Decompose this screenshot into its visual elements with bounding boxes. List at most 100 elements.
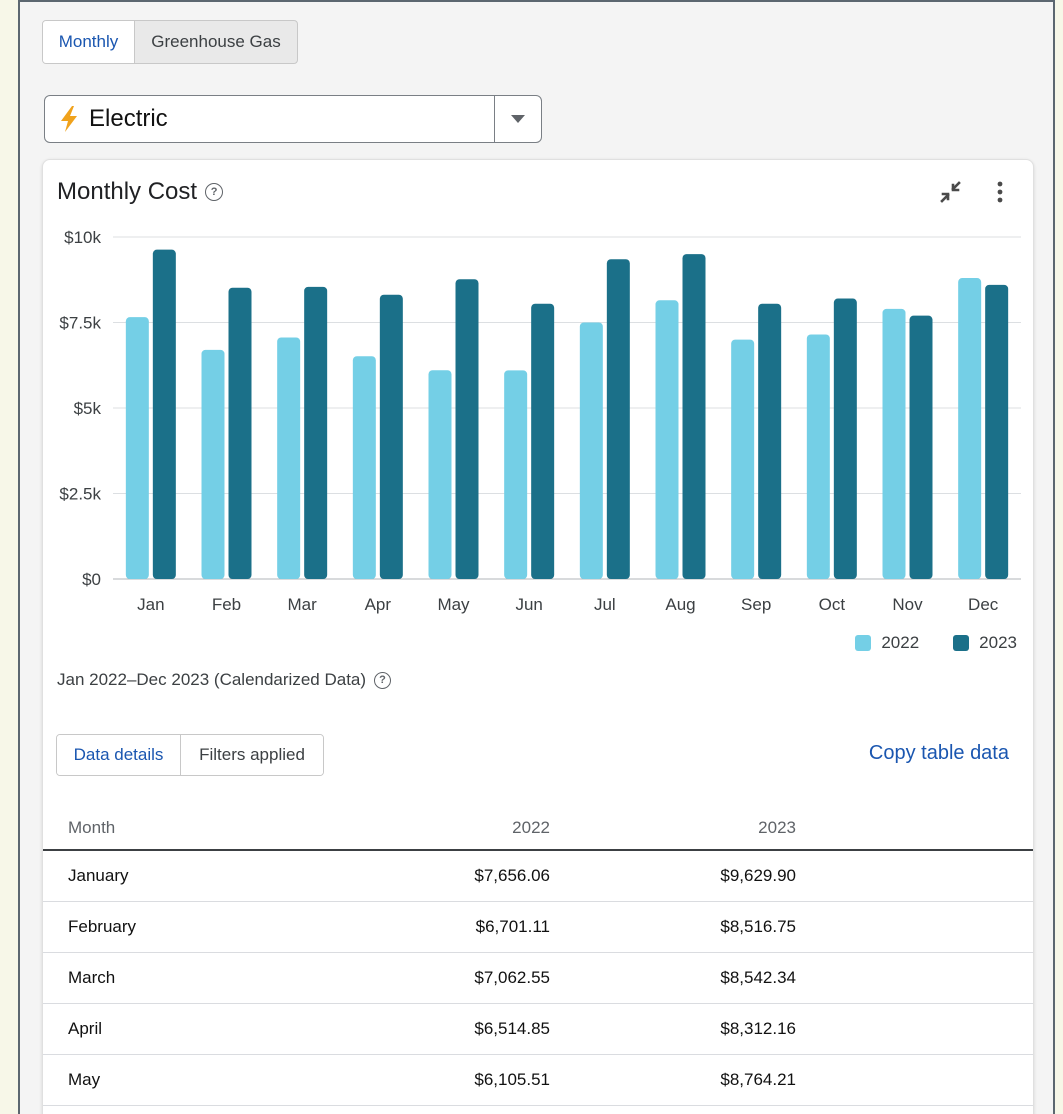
cell-2023: $9,629.90 [550, 850, 796, 902]
chart-legend: 2022 2023 [821, 633, 1017, 653]
cell-2022: $7,656.06 [318, 850, 550, 902]
cell-2023: $8,764.21 [550, 1054, 796, 1106]
x-tick-label: Jul [594, 595, 616, 614]
card-title-text: Monthly Cost [57, 178, 198, 205]
x-tick-label: Sep [741, 595, 771, 614]
date-range-help-icon[interactable]: ? [374, 671, 392, 689]
bar-2023-oct[interactable] [833, 298, 857, 579]
x-tick-label: May [437, 595, 470, 614]
bar-2023-dec[interactable] [985, 284, 1009, 579]
bar-2022-sep[interactable] [731, 339, 755, 579]
column-header-month[interactable]: Month [43, 807, 318, 851]
y-tick-label: $0 [82, 570, 101, 589]
cell-2022 [318, 1105, 550, 1114]
monthly-cost-chart: $0 $2.5k $5k $7.5k $10k Jan Feb Mar Apr May Jun Jul… [59, 228, 1021, 614]
bar-2023-mar[interactable] [304, 286, 328, 579]
data-table: Month 2022 2023 January $7,656.06 $9,629… [43, 807, 1033, 1114]
x-tick-label: Nov [892, 595, 923, 614]
meter-type-select[interactable]: Electric [44, 95, 542, 143]
cell-month: January [43, 850, 318, 902]
date-range-text: Jan 2022–Dec 2023 (Calendarized Data) [57, 670, 367, 689]
column-header-2022[interactable]: 2022 [318, 807, 550, 851]
tab-filters-applied[interactable]: Filters applied [181, 735, 323, 775]
collapse-icon[interactable] [937, 178, 965, 206]
bar-2022-dec[interactable] [958, 278, 982, 579]
x-tick-label: Oct [819, 595, 846, 614]
table-row: March $7,062.55 $8,542.34 [43, 952, 1033, 1004]
bar-2022-jan[interactable] [125, 317, 149, 579]
column-header-2023[interactable]: 2023 [550, 807, 796, 851]
x-tick-label: Aug [665, 595, 695, 614]
table-row: January $7,656.06 $9,629.90 [43, 850, 1033, 902]
cell-2022: $6,701.11 [318, 901, 550, 953]
tab-monthly[interactable]: Monthly [43, 21, 135, 63]
tab-data-details[interactable]: Data details [57, 735, 181, 775]
cell-spacer [796, 1003, 1033, 1055]
bar-2023-jun[interactable] [531, 303, 555, 579]
bar-2022-may[interactable] [428, 370, 452, 579]
bar-2023-sep[interactable] [758, 303, 782, 579]
x-tick-label: Mar [288, 595, 318, 614]
bar-2023-feb[interactable] [228, 287, 252, 579]
cell-month: February [43, 901, 318, 953]
legend-item-2023[interactable]: 2023 [953, 633, 1017, 653]
bar-2023-aug[interactable] [682, 254, 706, 579]
table-header-row: Month 2022 2023 [43, 807, 1033, 851]
y-tick-label: $5k [74, 399, 102, 418]
bar-2023-nov[interactable] [909, 315, 933, 579]
cell-2022: $7,062.55 [318, 952, 550, 1004]
caret-down-icon [511, 115, 525, 123]
x-tick-label: Apr [365, 595, 392, 614]
more-options-icon[interactable] [991, 178, 1009, 206]
cell-2023: $8,542.34 [550, 952, 796, 1004]
bar-2022-mar[interactable] [277, 337, 301, 579]
panel: Monthly Greenhouse Gas Electric Monthly … [18, 0, 1055, 1114]
cell-month: March [43, 952, 318, 1004]
meter-type-label: Electric [89, 105, 168, 132]
legend-swatch-2022 [855, 635, 872, 651]
bar-2023-jan[interactable] [152, 249, 176, 580]
table-row: February $6,701.11 $8,516.75 [43, 901, 1033, 953]
date-range-note: Jan 2022–Dec 2023 (Calendarized Data) ? [57, 670, 392, 690]
tab-greenhouse-gas[interactable]: Greenhouse Gas [135, 21, 297, 63]
cell-month [43, 1105, 318, 1114]
dropdown-toggle[interactable] [494, 96, 541, 142]
cell-spacer [796, 901, 1033, 953]
bar-2023-jul[interactable] [606, 259, 630, 579]
table-row [43, 1105, 1033, 1114]
x-tick-label: Jun [515, 595, 542, 614]
cell-month: April [43, 1003, 318, 1055]
cell-2023: $8,312.16 [550, 1003, 796, 1055]
bar-2022-jun[interactable] [504, 370, 528, 579]
meter-type-value: Electric [45, 105, 494, 133]
bar-2023-may[interactable] [455, 279, 479, 579]
cell-spacer [796, 850, 1033, 902]
cell-2022: $6,514.85 [318, 1003, 550, 1055]
bar-2022-oct[interactable] [806, 334, 830, 579]
y-tick-label: $2.5k [59, 485, 101, 504]
legend-item-2022[interactable]: 2022 [855, 633, 919, 653]
legend-label-2023: 2023 [979, 633, 1017, 652]
bar-2022-feb[interactable] [201, 349, 225, 579]
cell-spacer [796, 1054, 1033, 1106]
x-tick-label: Jan [137, 595, 164, 614]
copy-table-data-link[interactable]: Copy table data [869, 742, 1009, 765]
bar-2023-apr[interactable] [379, 294, 403, 579]
bar-2022-nov[interactable] [882, 308, 906, 579]
cell-spacer [796, 1105, 1033, 1114]
cell-2022: $6,105.51 [318, 1054, 550, 1106]
bar-2022-jul[interactable] [579, 322, 603, 580]
help-icon[interactable]: ? [205, 183, 224, 201]
cell-month: May [43, 1054, 318, 1106]
column-header-spacer [796, 807, 1033, 851]
legend-label-2022: 2022 [881, 633, 920, 652]
view-tabs: Monthly Greenhouse Gas [42, 20, 298, 64]
table-row: May $6,105.51 $8,764.21 [43, 1054, 1033, 1106]
cell-spacer [796, 952, 1033, 1004]
x-tick-label: Feb [212, 595, 241, 614]
bar-2022-aug[interactable] [655, 300, 679, 579]
cell-2023: $8,516.75 [550, 901, 796, 953]
legend-swatch-2023 [953, 635, 970, 651]
bar-2022-apr[interactable] [352, 356, 376, 579]
y-tick-label: $10k [64, 228, 101, 247]
